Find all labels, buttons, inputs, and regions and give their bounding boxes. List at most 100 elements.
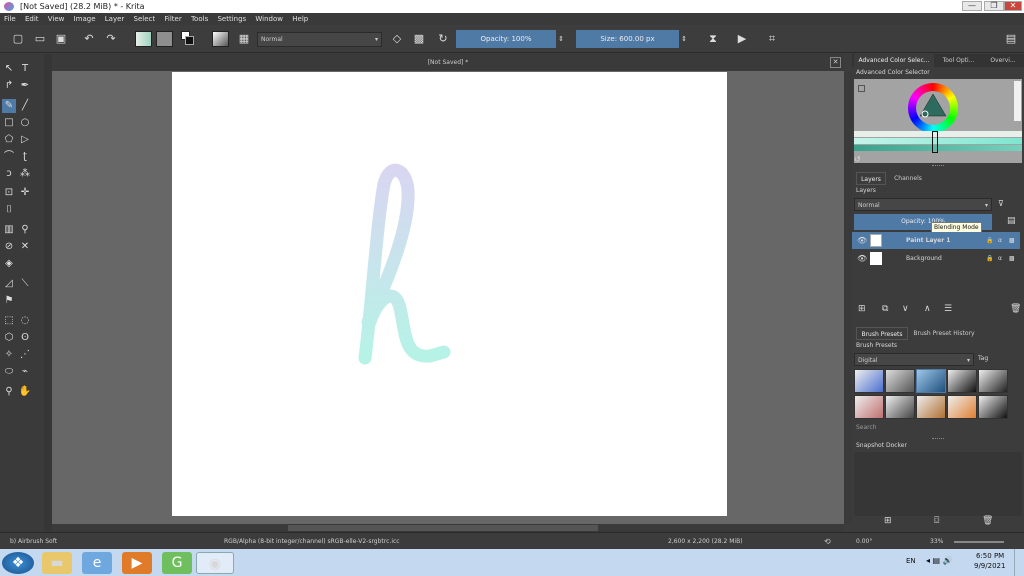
colorize-mask-icon[interactable]: ⊘ (2, 240, 16, 254)
rectangle-tool-icon[interactable]: □ (2, 116, 16, 130)
layer-properties-icon[interactable]: ☰ (944, 304, 952, 314)
similar-select-icon[interactable]: ⋰ (18, 348, 32, 362)
brush-preset-tile[interactable] (947, 369, 977, 393)
assistant-tool-icon[interactable]: ◿ (2, 277, 16, 291)
clock-date[interactable]: 9/9/2021 (974, 562, 1005, 570)
polygon-select-icon[interactable]: ⬡ (2, 331, 16, 345)
freehand-select-icon[interactable]: ʘ (18, 331, 32, 345)
language-indicator[interactable]: EN (906, 557, 916, 565)
edit-shapes-icon[interactable]: ↱ (2, 79, 16, 93)
menu-window[interactable]: Window (255, 13, 283, 25)
bezier-tool-icon[interactable]: ⌒ (2, 150, 16, 164)
freehand-path-icon[interactable]: ʈ (18, 150, 32, 164)
transform-tool-icon[interactable]: ⊡ (2, 186, 16, 200)
add-snapshot-icon[interactable]: ⊞ (884, 516, 892, 526)
layer-properties-icon[interactable]: ▤ (1007, 216, 1016, 226)
tab-brush-presets[interactable]: Brush Presets (856, 327, 908, 340)
line-tool-icon[interactable]: ╱ (18, 99, 32, 113)
menu-layer[interactable]: Layer (105, 13, 125, 25)
lock-icon[interactable]: 🔒 (986, 250, 993, 267)
show-desktop-button[interactable] (1014, 549, 1024, 576)
menu-select[interactable]: Select (134, 13, 156, 25)
rotate-canvas-icon[interactable]: ⟲ (824, 533, 831, 550)
delete-snapshot-icon[interactable]: 🗑 (982, 516, 993, 526)
delete-layer-icon[interactable]: 🗑 (1010, 304, 1021, 314)
move-tool-icon[interactable]: ✛ (18, 186, 32, 200)
calligraphy-icon[interactable]: ✒ (18, 79, 32, 93)
minimize-button[interactable]: — (962, 1, 982, 11)
brush-preset-tile[interactable] (947, 395, 977, 419)
close-document-icon[interactable]: ✕ (830, 57, 841, 68)
gradient-selector[interactable] (135, 31, 152, 47)
save-document-icon[interactable]: ▣ (53, 31, 69, 47)
menu-view[interactable]: View (48, 13, 65, 25)
move-layer-up-icon[interactable]: ∧ (924, 304, 931, 314)
horizontal-scroll-thumb[interactable] (288, 525, 598, 531)
color-selector-area[interactable] (854, 79, 1022, 163)
toolbox-splitter[interactable] (44, 54, 52, 534)
bezier-select-icon[interactable]: ⬭ (2, 365, 16, 379)
brush-preset-tile[interactable] (978, 369, 1008, 393)
lock-icon[interactable]: 🔒 (986, 232, 993, 249)
media-player-icon[interactable]: ▶ (122, 552, 152, 574)
tab-layers[interactable]: Layers (856, 172, 886, 185)
mirror-horizontal-icon[interactable]: ⧗ (705, 31, 721, 47)
file-explorer-icon[interactable]: ▬ (42, 552, 72, 574)
menu-filter[interactable]: Filter (164, 13, 181, 25)
wrap-around-icon[interactable]: ⌗ (764, 31, 780, 47)
eraser-icon[interactable]: ◇ (389, 31, 405, 47)
duplicate-layer-icon[interactable]: ⧉ (882, 304, 888, 314)
pattern-selector[interactable] (156, 31, 173, 47)
alpha-lock-icon[interactable]: α (998, 232, 1002, 249)
measure-tool-icon[interactable]: ⟍ (18, 277, 32, 291)
tab-advanced-color-selector[interactable]: Advanced Color Selec... (854, 54, 934, 67)
menu-settings[interactable]: Settings (217, 13, 246, 25)
internet-explorer-icon[interactable]: e (82, 552, 112, 574)
size-slider[interactable]: Size: 600.00 px (576, 30, 679, 48)
camera-icon[interactable]: ⌼ (934, 516, 939, 526)
opacity-spin-icon[interactable]: ⇕ (556, 31, 566, 47)
menu-tools[interactable]: Tools (191, 13, 208, 25)
clock-time[interactable]: 6:50 PM (976, 552, 1004, 560)
brush-preset-tile[interactable] (916, 395, 946, 419)
move-layer-down-icon[interactable]: ∨ (902, 304, 909, 314)
docker-splitter[interactable] (932, 438, 944, 440)
polyline-tool-icon[interactable]: ▷ (18, 133, 32, 147)
inherit-alpha-icon[interactable]: ▩ (1009, 250, 1015, 267)
text-tool-icon[interactable]: T (18, 62, 32, 76)
vertical-scrollbar[interactable] (844, 72, 852, 524)
canvas-only-icon[interactable]: ▤ (1003, 31, 1019, 47)
brush-preset-tile[interactable] (854, 395, 884, 419)
redo-icon[interactable]: ↷ (103, 31, 119, 47)
brush-preset-tile[interactable] (885, 369, 915, 393)
undo-icon[interactable]: ↶ (81, 31, 97, 47)
tab-brush-preset-history[interactable]: Brush Preset History (910, 327, 978, 340)
layer-name[interactable]: Background (906, 250, 942, 267)
menu-file[interactable]: File (4, 13, 16, 25)
brush-search-placeholder[interactable]: Search (856, 424, 877, 431)
layer-row-paint-layer-1[interactable]: 👁 Paint Layer 1 🔒 α ▩ (852, 232, 1020, 249)
foreground-color-swatch[interactable] (185, 36, 194, 45)
gradient-tool-icon[interactable]: ▥ (2, 223, 16, 237)
layers-blend-mode-dropdown[interactable]: Normal ▾ (854, 198, 992, 211)
menu-help[interactable]: Help (292, 13, 308, 25)
fill-tool-icon[interactable]: ◈ (2, 257, 16, 271)
krita-taskbar-icon[interactable]: ◉ (196, 552, 234, 574)
blend-mode-dropdown[interactable]: Normal ▾ (257, 32, 382, 47)
zoom-slider[interactable] (954, 541, 1004, 543)
start-button-icon[interactable]: ❖ (2, 552, 34, 574)
shade-bar-2[interactable] (854, 138, 1022, 144)
inherit-alpha-icon[interactable]: ▩ (1009, 232, 1015, 249)
rect-select-icon[interactable]: ⬚ (2, 314, 16, 328)
polygon-tool-icon[interactable]: ⬠ (2, 133, 16, 147)
color-picker-icon[interactable]: ⚲ (18, 223, 32, 237)
preserve-alpha-icon[interactable]: ▩ (411, 31, 427, 47)
select-shapes-icon[interactable]: ↖ (2, 62, 16, 76)
brush-preset-tile[interactable] (885, 395, 915, 419)
size-spin-icon[interactable]: ⇕ (679, 31, 689, 47)
opacity-slider[interactable]: Opacity: 100% (456, 30, 556, 48)
tag-button[interactable]: Tag (978, 355, 988, 362)
multibrush-icon[interactable]: ⁂ (18, 167, 32, 181)
smart-patch-icon[interactable]: ✕ (18, 240, 32, 254)
restore-button[interactable]: ❐ (984, 1, 1004, 11)
